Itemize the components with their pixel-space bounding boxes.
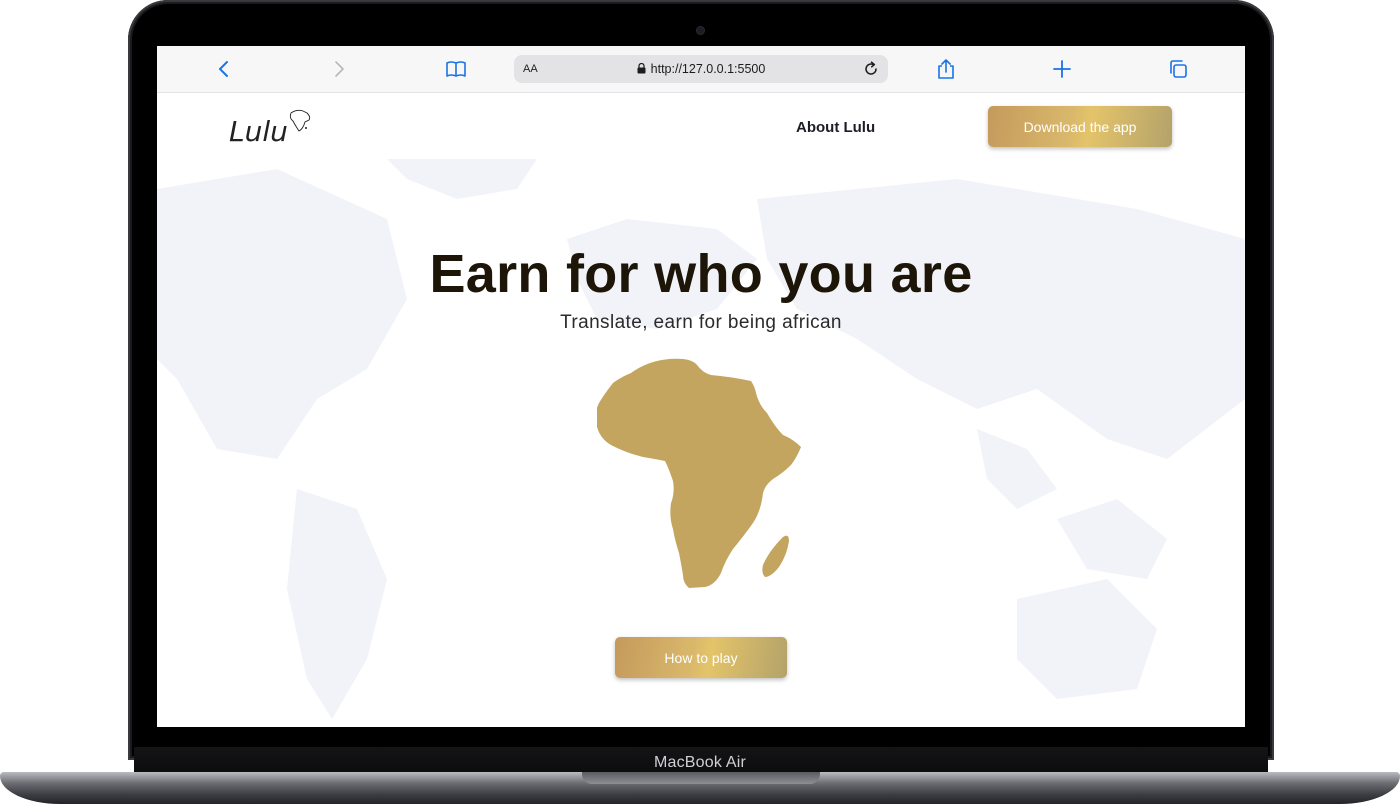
nav-about-link[interactable]: About Lulu (796, 119, 875, 136)
svg-text:Lulu: Lulu (229, 115, 288, 148)
africa-map-illustration (597, 358, 801, 588)
lulu-logo: Lulu (229, 109, 311, 148)
address-bar[interactable]: AA http://127.0.0.1:5500 (514, 55, 888, 83)
back-icon[interactable] (213, 58, 235, 80)
hero-title: Earn for who you are (429, 244, 973, 304)
bookmarks-icon[interactable] (445, 58, 467, 80)
reload-icon[interactable] (861, 59, 881, 79)
url-text: http://127.0.0.1:5500 (650, 62, 766, 76)
new-tab-icon[interactable] (1051, 58, 1073, 80)
tabs-icon[interactable] (1167, 58, 1189, 80)
browser-window: AA http://127.0.0.1:5500 Lulu About Lulu… (157, 46, 1245, 727)
how-to-play-button[interactable]: How to play (615, 637, 787, 678)
share-icon[interactable] (935, 58, 957, 80)
laptop-hinge-notch (582, 772, 820, 784)
lock-icon (637, 62, 646, 77)
web-page: Lulu About Lulu Download the app Earn fo… (157, 93, 1245, 727)
forward-icon[interactable] (328, 58, 350, 80)
browser-toolbar: AA http://127.0.0.1:5500 (157, 46, 1245, 93)
device-label: MacBook Air (653, 754, 746, 771)
camera-icon (697, 27, 704, 34)
hero-subtitle: Translate, earn for being african (560, 312, 842, 333)
download-app-button[interactable]: Download the app (988, 106, 1172, 147)
